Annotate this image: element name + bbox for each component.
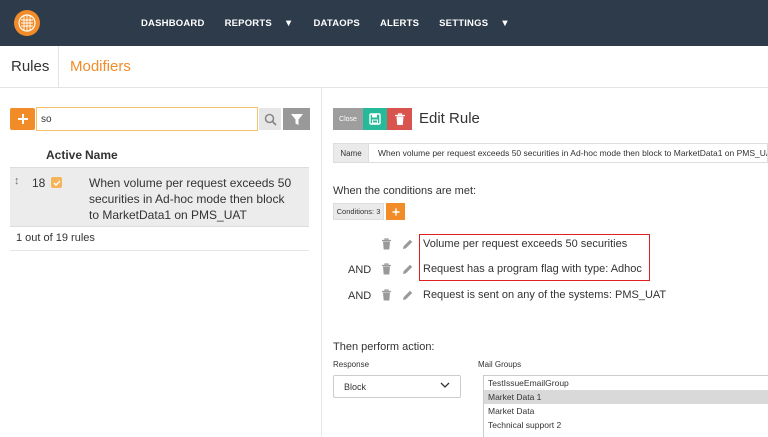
column-header-active[interactable]: Active xyxy=(46,148,82,162)
search-button[interactable] xyxy=(259,108,281,130)
tab-modifiers[interactable]: Modifiers xyxy=(70,58,131,75)
response-value: Block xyxy=(344,382,367,392)
chevron-down-icon xyxy=(440,381,450,391)
condition-text: Request is sent on any of the systems: P… xyxy=(423,289,667,301)
edit-rule-panel: Close Edit Rule Name When volume per req… xyxy=(322,88,768,437)
actions-heading: Then perform action: xyxy=(333,341,435,353)
pencil-icon[interactable] xyxy=(402,288,413,306)
nav-settings[interactable]: SETTINGS ▼ xyxy=(439,18,520,29)
app-logo-icon[interactable] xyxy=(14,10,40,36)
close-button[interactable]: Close xyxy=(333,108,363,130)
add-rule-button[interactable] xyxy=(10,108,35,130)
trash-icon[interactable] xyxy=(381,288,392,306)
rule-name: When volume per request exceeds 50 secur… xyxy=(89,176,292,222)
caret-down-icon: ▼ xyxy=(500,17,510,29)
delete-button[interactable] xyxy=(387,108,412,130)
page-title: Edit Rule xyxy=(419,110,480,127)
condition-conjunction: AND xyxy=(348,290,372,302)
condition-row: AND Request is sent on any of the system… xyxy=(322,286,768,304)
column-header-name[interactable]: Name xyxy=(85,148,118,162)
divider xyxy=(10,250,309,251)
table-header: Active Name xyxy=(10,144,309,166)
name-label: Name xyxy=(333,143,369,163)
tab-rules[interactable]: Rules xyxy=(0,46,59,88)
nav-dataops[interactable]: DATAOPS xyxy=(314,18,370,29)
tab-bar: Rules Modifiers xyxy=(0,46,768,88)
save-icon xyxy=(369,113,381,125)
response-select[interactable]: Block xyxy=(333,375,461,398)
save-button[interactable] xyxy=(363,108,387,130)
trash-icon[interactable] xyxy=(381,262,392,280)
rule-number: 18 xyxy=(32,176,46,190)
rule-name-field[interactable]: When volume per request exceeds 50 secur… xyxy=(369,143,768,163)
nav-dashboard[interactable]: DASHBOARD xyxy=(141,18,215,29)
list-item[interactable]: TestIssueEmailGroup xyxy=(484,376,768,390)
nav-alerts[interactable]: ALERTS xyxy=(380,18,429,29)
drag-handle-icon[interactable]: ↕ xyxy=(14,175,20,187)
rules-list-panel: Active Name ↕ 18 When volume per request… xyxy=(0,88,322,437)
filter-button[interactable] xyxy=(283,108,310,130)
check-icon xyxy=(53,180,60,186)
active-checkbox[interactable] xyxy=(51,177,62,188)
pencil-icon[interactable] xyxy=(402,237,413,255)
search-icon xyxy=(264,113,277,126)
mail-groups-label: Mail Groups xyxy=(478,360,522,369)
mail-groups-list[interactable]: TestIssueEmailGroup Market Data 1 Market… xyxy=(483,375,768,437)
table-row[interactable]: ↕ 18 When volume per request exceeds 50 … xyxy=(10,167,309,227)
plus-icon xyxy=(17,114,28,124)
response-label: Response xyxy=(333,360,370,369)
pencil-icon[interactable] xyxy=(402,262,413,280)
nav-reports[interactable]: REPORTS ▼ xyxy=(225,18,304,29)
conditions-heading: When the conditions are met: xyxy=(333,185,477,197)
conditions-count-badge: Conditions: 3 xyxy=(333,203,384,220)
list-item[interactable]: Market Data xyxy=(484,404,768,418)
filter-icon xyxy=(290,113,303,125)
trash-icon xyxy=(394,112,405,125)
caret-down-icon: ▼ xyxy=(283,17,294,29)
search-input[interactable] xyxy=(36,107,258,131)
annotation-highlight-box xyxy=(419,234,650,281)
trash-icon[interactable] xyxy=(381,237,392,255)
list-item[interactable]: Market Data 1 xyxy=(484,390,768,404)
add-condition-button[interactable] xyxy=(386,203,405,220)
rules-count: 1 out of 19 rules xyxy=(16,232,95,244)
list-item[interactable]: Technical support 2 xyxy=(484,418,768,432)
plus-icon xyxy=(392,208,399,215)
top-navbar: DASHBOARD REPORTS ▼ DATAOPS ALERTS SETTIN… xyxy=(0,0,768,46)
condition-conjunction: AND xyxy=(348,264,372,276)
